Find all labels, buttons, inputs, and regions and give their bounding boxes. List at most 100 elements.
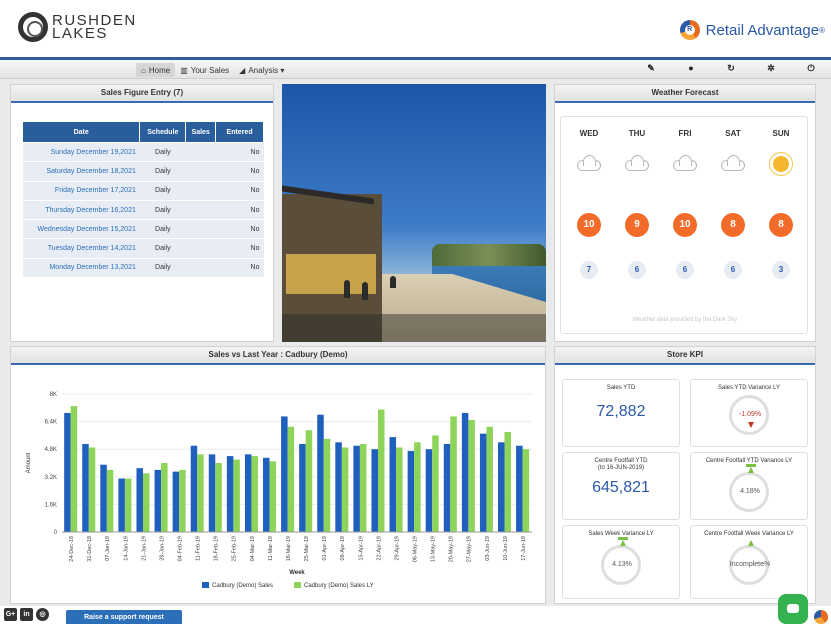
row-date-link[interactable]: Saturday December 18,2021 [22,161,140,182]
bar-sales-ly[interactable] [215,463,222,532]
row-date-link[interactable]: Wednesday December 15,2021 [22,219,140,240]
bar-sales-ly[interactable] [323,438,331,532]
retail-advantage-mini-logo-icon[interactable] [814,610,828,624]
table-row[interactable]: Monday December 13,2021 Daily No [22,258,264,279]
bar-sales-ly[interactable] [341,447,349,532]
bar-sales-ly[interactable] [70,406,78,532]
bar-sales-ly[interactable] [396,447,403,532]
row-sales [185,181,216,201]
bar-sales[interactable] [208,454,216,532]
y-tick-label: 3.2K [45,475,57,481]
kpi-footfall-ytd-variance[interactable]: Centre Footfall YTD Variance LY 4.18% [690,452,808,520]
bar-sales[interactable] [317,414,324,532]
table-row[interactable]: Wednesday December 15,2021 Daily No [22,219,264,240]
bar-sales[interactable] [244,454,252,532]
bar-sales-ly[interactable] [432,435,439,532]
nav-analysis[interactable]: ◢ Analysis ▾ [234,63,289,77]
col-date[interactable]: Date [21,121,141,143]
bar-sales-ly[interactable] [179,469,186,532]
bar-sales[interactable] [299,444,306,532]
row-date-link[interactable]: Tuesday December 14,2021 [22,238,140,259]
chat-icon[interactable] [778,594,808,624]
kpi-sales-ytd[interactable]: Sales YTD 72,882 [562,379,680,447]
table-row[interactable]: Thursday December 16,2021 Daily No [22,200,264,221]
bar-sales-ly[interactable] [486,426,493,532]
bar-sales[interactable] [172,471,180,532]
bar-sales-ly[interactable] [305,430,313,532]
raise-support-request-button[interactable]: Raise a support request [66,610,182,624]
bar-sales-ly[interactable] [522,449,530,532]
row-date-link[interactable]: Sunday December 19,2021 [22,142,140,163]
bar-sales-ly[interactable] [161,463,168,532]
table-row[interactable]: Sunday December 19,2021 Daily No [22,142,264,163]
weather-day-label: FRI [678,129,692,138]
bar-sales[interactable] [82,444,89,532]
bar-sales[interactable] [498,442,505,532]
legend-label[interactable]: Cadbury (Demo) Sales [212,583,273,589]
bar-sales-ly[interactable] [88,447,96,532]
legend-label[interactable]: Cadbury (Demo) Sales LY [304,583,374,589]
bar-sales[interactable] [335,442,342,532]
bar-sales[interactable] [64,412,71,532]
bar-sales-ly[interactable] [287,426,295,532]
weather-credit-link[interactable]: Weather data provided by the Dark Sky [561,317,809,323]
bar-sales[interactable] [100,464,107,532]
table-row[interactable]: Saturday December 18,2021 Daily No [22,161,264,182]
bar-sales-ly[interactable] [142,473,150,532]
kpi-sales-ytd-variance[interactable]: Sales YTD Variance LY -1.09% [690,379,808,447]
bar-sales[interactable] [118,478,125,532]
col-entered[interactable]: Entered [215,121,264,143]
bar-sales[interactable] [190,445,198,532]
bar-sales[interactable] [154,469,162,532]
gear-icon[interactable]: ✲ [751,63,791,74]
bar-sales[interactable] [516,445,523,532]
bar-sales-ly[interactable] [124,478,132,532]
bar-sales[interactable] [263,457,270,532]
power-icon[interactable]: ⏻ [791,63,831,74]
bar-sales[interactable] [407,450,415,532]
bar-sales[interactable] [425,449,433,532]
kpi-footfall-week-variance[interactable]: Centre Footfall Week Variance LY Incompl… [690,525,808,599]
nav-home[interactable]: ⌂ Home [136,63,176,77]
nav-your-sales[interactable]: ▥ Your Sales [175,63,234,77]
bar-sales-ly[interactable] [359,444,367,532]
bar-sales-ly[interactable] [106,469,114,532]
rushden-lakes-logo[interactable]: RUSHDEN LAKES [18,12,137,42]
bar-sales[interactable] [226,456,234,532]
bar-sales-ly[interactable] [197,454,204,532]
help-icon[interactable]: ● [671,63,711,74]
bar-sales-ly[interactable] [504,431,512,532]
kpi-footfall-ytd[interactable]: Centre Footfall YTD (to 16-JUN-2019) 645… [562,452,680,520]
bar-sales[interactable] [353,445,360,532]
table-row[interactable]: Tuesday December 14,2021 Daily No [22,238,264,259]
weather-day-label: WED [579,129,599,138]
bar-sales[interactable] [443,444,451,532]
refresh-icon[interactable]: ↻ [711,63,751,74]
kpi-value: 4.18% [740,488,760,495]
table-row[interactable]: Friday December 17,2021 Daily No [22,181,264,201]
bar-sales-ly[interactable] [377,409,385,532]
bar-sales-ly[interactable] [450,416,457,532]
github-icon[interactable]: ◎ [36,608,49,621]
bar-sales-ly[interactable] [414,442,421,532]
bar-sales-ly[interactable] [233,459,240,532]
row-date-link[interactable]: Friday December 17,2021 [22,181,140,201]
bar-sales[interactable] [479,433,487,532]
bar-sales[interactable] [461,412,469,532]
bar-sales[interactable] [389,437,397,532]
col-schedule[interactable]: Schedule [139,121,187,143]
linkedin-icon[interactable]: in [20,608,33,621]
col-sales[interactable]: Sales [185,121,217,143]
kpi-sales-week-variance[interactable]: Sales Week Variance LY 4.13% [562,525,680,599]
top-header: RUSHDEN LAKES R Retail Advantage ® [0,0,831,58]
bar-sales-ly[interactable] [269,461,277,532]
row-date-link[interactable]: Monday December 13,2021 [22,258,140,279]
bar-sales[interactable] [371,449,378,532]
bar-sales-ly[interactable] [251,456,258,532]
bar-sales-ly[interactable] [468,419,475,532]
bar-sales[interactable] [281,416,288,532]
wrench-icon[interactable]: ✎ [631,63,671,74]
row-date-link[interactable]: Thursday December 16,2021 [22,200,140,221]
google-plus-icon[interactable]: G+ [4,608,17,621]
bar-sales[interactable] [136,468,143,532]
